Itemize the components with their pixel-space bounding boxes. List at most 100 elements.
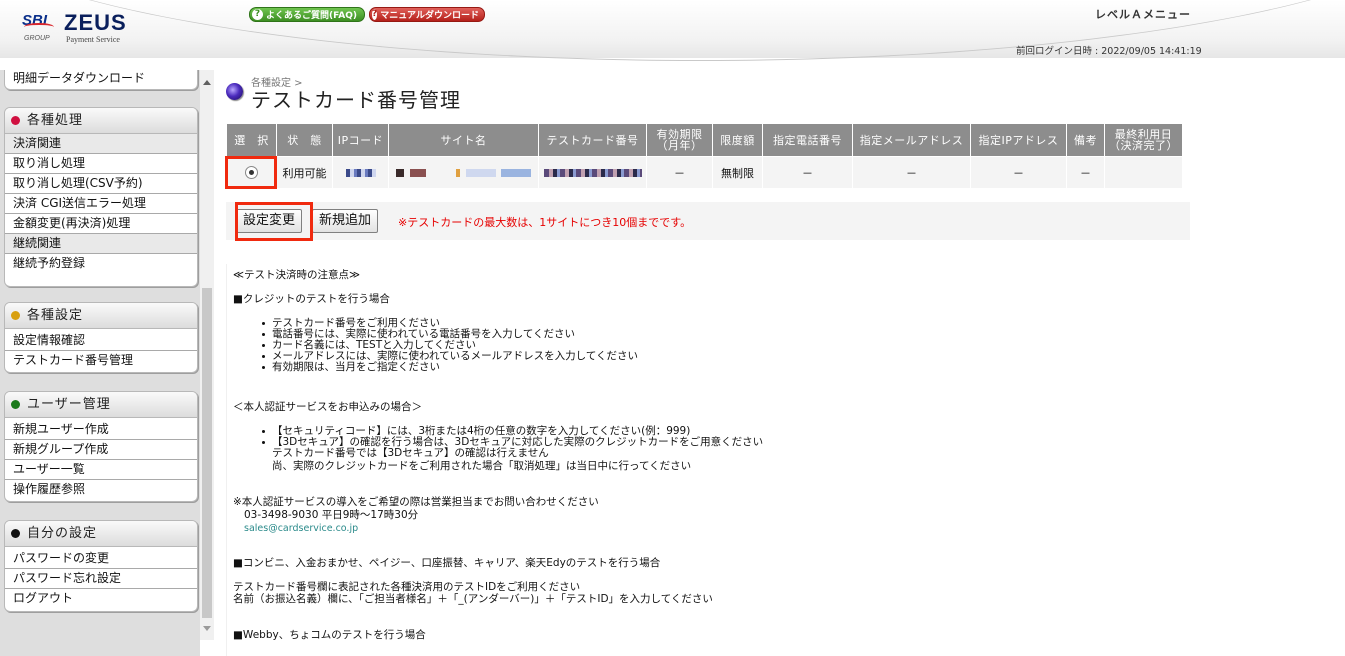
scroll-up-icon[interactable] (203, 80, 211, 85)
highlight-radio-box (225, 156, 277, 189)
scroll-down-icon[interactable] (203, 626, 211, 631)
col-header-site-name: サイト名 (388, 123, 539, 157)
sidebar-item-settings-info[interactable]: 設定情報確認 (5, 331, 197, 351)
contact-line: ※本人認証サービスの導入をご希望の際は営業担当までお問い合わせください (233, 496, 599, 508)
conv-note-line: 名前（お振込名義）欄に、「ご担当者様名」＋「_(アンダーバー)」＋「テストID」… (233, 593, 713, 605)
sidebar-item-new-group[interactable]: 新規グループ作成 (5, 440, 197, 460)
sidebar-item-change-password[interactable]: パスワードの変更 (5, 549, 197, 569)
col-header-ip: 指定IPアドレス (970, 123, 1067, 157)
cell-site-name (388, 156, 539, 189)
action-row: 設定変更 新規追加 ※テストカードの最大数は、1サイトにつき10個までです。 (226, 202, 1190, 240)
sidebar-item-detail-download[interactable]: 明細データダウンロード (5, 70, 197, 89)
cell-ip-code (332, 156, 389, 189)
auth-note-sub: 尚、実際のクレジットカードをご利用された場合「取消処理」は当日中に行ってください (272, 460, 692, 472)
sidebar-section-header[interactable]: 自分の設定 (5, 521, 197, 547)
notes-heading: ≪テスト決済時の注意点≫ (233, 269, 360, 281)
credit-section-title: ■クレジットのテストを行う場合 (233, 293, 390, 305)
conv-section-title: ■コンビニ、入金おまかせ、ペイジー、口座振替、キャリア、楽天Edyのテストを行う… (233, 557, 661, 569)
redacted-site-name (396, 169, 531, 177)
cell-last-used (1104, 156, 1183, 189)
bullet-dot-icon (11, 400, 20, 409)
col-header-status: 状 態 (276, 123, 333, 157)
logo-zeus-text: ZEUS (64, 10, 127, 35)
table-header-row: 選 択 状 態 IPコード サイト名 テストカード番号 有効期限 （月年） 限度… (226, 123, 1183, 157)
sidebar-section-title: 各種設定 (27, 307, 84, 323)
sidebar-box-processing: 各種処理 決済関連 取り消し処理 取り消し処理(CSV予約) 決済 CGI送信エ… (4, 107, 198, 287)
question-icon: ? (372, 9, 378, 20)
redacted-ip-code (345, 169, 376, 177)
sidebar: 明細データダウンロード 各種処理 決済関連 取り消し処理 取り消し処理(CSV予… (0, 70, 214, 656)
zeus-logo[interactable]: SBI ZEUS GROUP Payment Service (22, 10, 132, 46)
credit-note-item: 有効期限は、当月をご指定ください (262, 361, 440, 373)
level-menu-title: レベルＡメニュー (1095, 8, 1191, 21)
sidebar-box-my-settings: 自分の設定 パスワードの変更 パスワード忘れ設定 ログアウト (4, 520, 198, 612)
header: SBI ZEUS GROUP Payment Service ? よくあるご質問… (0, 0, 1345, 61)
sidebar-item-cgi-error[interactable]: 決済 CGI送信エラー処理 (5, 194, 197, 214)
col-header-remarks: 備考 (1066, 123, 1105, 157)
manual-button-label: マニュアルダウンロード (380, 11, 479, 21)
bullet-dot-icon (11, 311, 20, 320)
sidebar-box-settings: 各種設定 設定情報確認 テストカード番号管理 (4, 302, 198, 373)
scroll-thumb[interactable] (202, 288, 212, 618)
sidebar-scrollbar[interactable] (200, 70, 214, 640)
conv-note-line: テストカード番号欄に表記された各種決済用のテストIDをご利用ください (233, 581, 581, 593)
cell-expiry: － (646, 156, 713, 189)
sidebar-item-history[interactable]: 操作履歴参照 (5, 480, 197, 500)
sidebar-item-forgot-password[interactable]: パスワード忘れ設定 (5, 569, 197, 589)
bullet-dot-icon (11, 116, 20, 125)
logo-payment-text: Payment Service (66, 35, 120, 44)
faq-button[interactable]: ? よくあるご質問(FAQ) (249, 7, 365, 22)
sidebar-item-cancel[interactable]: 取り消し処理 (5, 154, 197, 174)
cell-remarks: － (1066, 156, 1105, 189)
test-card-table: 選 択 状 態 IPコード サイト名 テストカード番号 有効期限 （月年） 限度… (226, 123, 1183, 189)
last-login-text: 前回ログイン日時 : 2022/09/05 14:41:19 (1016, 46, 1202, 57)
test-notes-panel: ≪テスト決済時の注意点≫ ■クレジットのテストを行う場合 テストカード番号をご利… (226, 264, 784, 656)
page-title: テストカード番号管理 (251, 88, 461, 112)
sidebar-section-header[interactable]: 各種処理 (5, 108, 197, 134)
col-header-last-used: 最終利用日 （決済完了） (1104, 123, 1183, 157)
webby-section-title: ■Webby、ちょコムのテストを行う場合 (233, 629, 426, 641)
sidebar-item-recurring[interactable]: 継続予約登録 (5, 254, 197, 274)
sidebar-subheader: 継続関連 (5, 234, 197, 254)
cell-phone: － (762, 156, 853, 189)
manual-download-button[interactable]: ? マニュアルダウンロード (369, 7, 485, 22)
sidebar-item-cancel-csv[interactable]: 取り消し処理(CSV予約) (5, 174, 197, 194)
logo-group-text: GROUP (24, 35, 50, 42)
sidebar-item-amount-change[interactable]: 金額変更(再決済)処理 (5, 214, 197, 234)
highlight-change-button-box (235, 202, 313, 241)
sidebar-item-new-user[interactable]: 新規ユーザー作成 (5, 420, 197, 440)
sidebar-section-title: 自分の設定 (27, 525, 98, 541)
sidebar-subheader: 決済関連 (5, 134, 197, 154)
sidebar-item-user-list[interactable]: ユーザー一覧 (5, 460, 197, 480)
cell-ip: － (970, 156, 1067, 189)
sidebar-section-header[interactable]: 各種設定 (5, 303, 197, 329)
title-orb-icon (226, 83, 243, 100)
cell-limit: 無制限 (712, 156, 763, 189)
sidebar-item-logout[interactable]: ログアウト (5, 589, 197, 609)
bullet-dot-icon (11, 529, 20, 538)
sidebar-section-header[interactable]: ユーザー管理 (5, 392, 197, 418)
cell-status: 利用可能 (276, 156, 333, 189)
redacted-card-number (543, 169, 642, 177)
auth-section-title: ＜本人認証サービスをお申込みの場合＞ (233, 401, 422, 413)
faq-button-label: よくあるご質問(FAQ) (266, 11, 357, 21)
contact-email-link[interactable]: sales@cardservice.co.jp (244, 523, 358, 534)
sidebar-box-download: 明細データダウンロード (4, 70, 198, 90)
add-new-button[interactable]: 新規追加 (312, 209, 379, 233)
col-header-select: 選 択 (226, 123, 277, 157)
sidebar-item-test-card[interactable]: テストカード番号管理 (5, 351, 197, 371)
sidebar-section-title: 各種処理 (27, 112, 84, 128)
col-header-email: 指定メールアドレス (852, 123, 971, 157)
max-card-notice: ※テストカードの最大数は、1サイトにつき10個までです。 (398, 216, 692, 229)
cell-email: － (852, 156, 971, 189)
table-row: 利用可能 － 無制限 － － － － (226, 156, 1183, 189)
logo-swoosh-icon (24, 23, 54, 31)
sidebar-box-users: ユーザー管理 新規ユーザー作成 新規グループ作成 ユーザー一覧 操作履歴参照 (4, 391, 198, 502)
contact-phone: 03-3498-9030 平日9時～17時30分 (244, 509, 419, 521)
col-header-limit: 限度額 (712, 123, 763, 157)
question-icon: ? (252, 9, 263, 20)
col-header-card-number: テストカード番号 (538, 123, 647, 157)
sidebar-section-title: ユーザー管理 (27, 396, 111, 412)
col-header-ip-code: IPコード (332, 123, 389, 157)
auth-note-sub: テストカード番号では【3Dセキュア】の確認は行えません (272, 447, 549, 459)
